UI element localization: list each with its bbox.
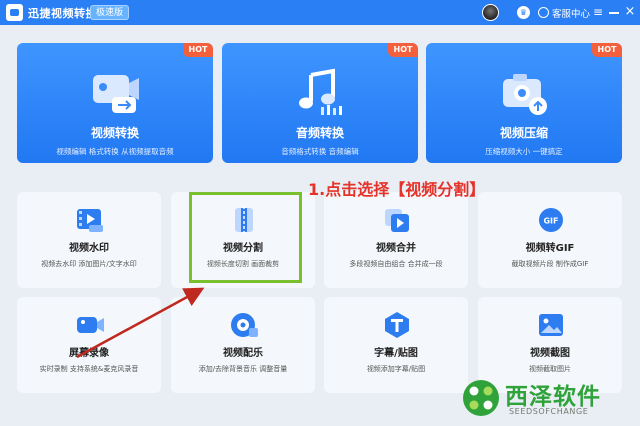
vip-icon[interactable]: ♛: [517, 6, 530, 19]
camera-compress-icon: [503, 74, 547, 115]
film-watermark-icon: [77, 209, 103, 232]
card-title: 字幕/贴图: [374, 348, 418, 359]
card-desc: 视频截取图片: [529, 365, 571, 373]
card-title: 视频水印: [69, 243, 109, 254]
camcorder-icon: [77, 317, 104, 333]
card-desc: 视频去水印 添加图片/文字水印: [41, 260, 137, 268]
video-to-gif-card[interactable]: GIF 视频转GIF 截取视频片段 制作成GIF: [478, 192, 622, 288]
gif-icon: GIF: [539, 208, 563, 232]
title-bar: 迅捷视频转换器 极速版 ♛ 客服中心 ≡ ×: [0, 0, 640, 25]
card-desc: 截取视频片段 制作成GIF: [511, 260, 589, 268]
hot-badge: HOT: [388, 43, 418, 57]
card-desc: 音频格式转换 音频编辑: [281, 147, 359, 156]
text-t-icon: [385, 312, 409, 338]
watermark-domain: SEEDSOFCHANGE: [509, 407, 589, 416]
music-disc-icon: [231, 313, 258, 337]
card-desc: 实时录制 支持系统&麦克风录音: [39, 365, 139, 373]
card-desc: 多段视频自由组合 合并成一段: [349, 260, 443, 268]
edition-badge: 极速版: [90, 5, 130, 20]
video-convert-card[interactable]: HOT 视频转换 视频编辑 格式转换 从视频提取音频: [17, 43, 213, 163]
customer-service-label: 客服中心: [552, 8, 591, 20]
music-note-icon: [299, 68, 342, 115]
watermark-logo-icon: [463, 380, 499, 416]
hot-badge: HOT: [592, 43, 622, 57]
image-icon: [539, 314, 563, 336]
card-desc: 压缩视频大小 一键搞定: [485, 147, 563, 156]
close-icon[interactable]: ×: [624, 5, 636, 19]
card-title: 音频转换: [295, 126, 344, 140]
merge-play-icon: [385, 209, 409, 232]
card-desc: 视频编辑 格式转换 从视频提取音频: [56, 147, 174, 156]
minimize-icon[interactable]: [608, 5, 620, 19]
video-music-card[interactable]: 视频配乐 添加/去除背景音乐 调整音量: [171, 297, 315, 393]
gif-icon-label: GIF: [543, 217, 558, 226]
user-avatar[interactable]: [482, 4, 499, 21]
headset-icon: [538, 7, 549, 18]
customer-service-button[interactable]: 客服中心: [538, 5, 590, 20]
annotation-text: 1.点击选择【视频分割】: [308, 180, 486, 199]
menu-icon[interactable]: ≡: [592, 5, 604, 19]
video-merge-card[interactable]: 视频合并 多段视频自由组合 合并成一段: [324, 192, 468, 288]
subtitle-sticker-card[interactable]: 字幕/贴图 视频添加字幕/贴图: [324, 297, 468, 393]
card-desc: 视频添加字幕/贴图: [366, 365, 426, 373]
app-logo-icon: [6, 4, 23, 21]
card-title: 视频合并: [376, 243, 416, 254]
audio-convert-card[interactable]: HOT 音频转换 音频格式转换 音频编辑: [222, 43, 418, 163]
watermark-name: 西泽软件: [505, 384, 601, 410]
highlight-box: [189, 192, 302, 283]
video-camera-icon: [93, 75, 139, 113]
card-title: 屏幕录像: [69, 348, 109, 359]
card-title: 视频配乐: [223, 348, 263, 359]
video-watermark-card[interactable]: 视频水印 视频去水印 添加图片/文字水印: [17, 192, 161, 288]
card-title: 视频转换: [90, 126, 139, 140]
hot-badge: HOT: [183, 43, 213, 57]
screen-record-card[interactable]: 屏幕录像 实时录制 支持系统&麦克风录音: [17, 297, 161, 393]
video-compress-card[interactable]: HOT 视频压缩 压缩视频大小 一键搞定: [426, 43, 622, 163]
card-title: 视频压缩: [499, 126, 548, 140]
card-title: 视频截图: [530, 348, 570, 359]
card-desc: 添加/去除背景音乐 调整音量: [198, 365, 288, 373]
card-title: 视频转GIF: [525, 243, 575, 254]
